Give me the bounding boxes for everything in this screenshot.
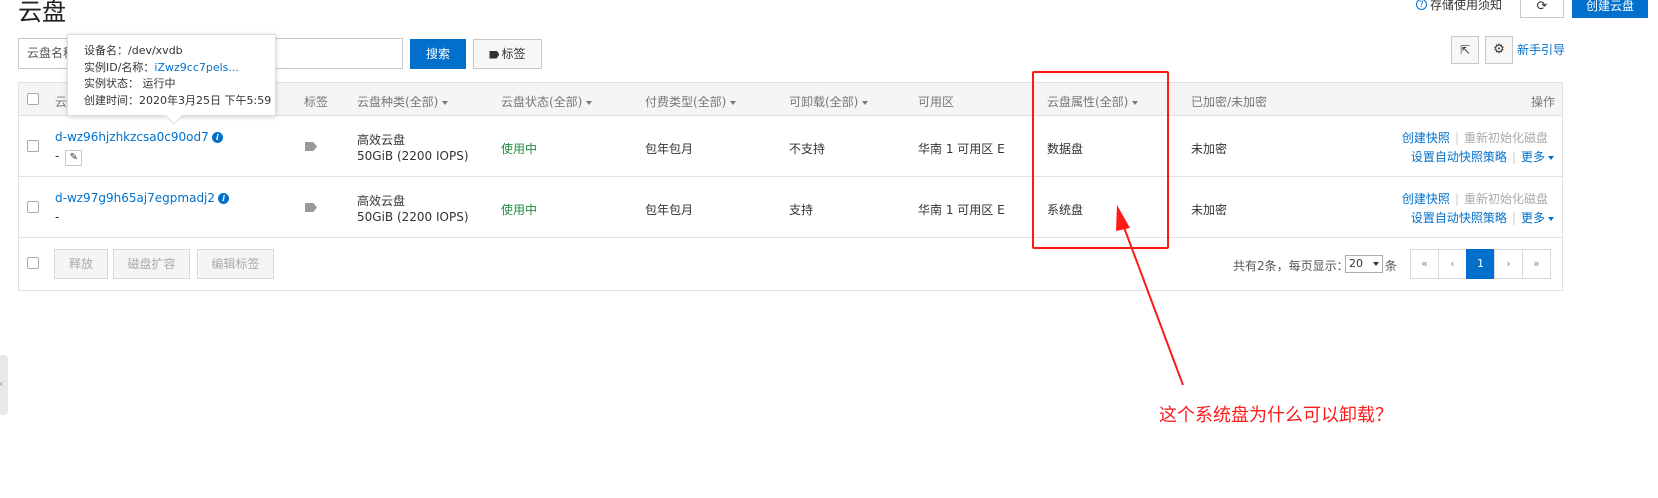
table-row: d-wz97g9h65aj7egpmadj2 i - 高效云盘 50GiB (22… xyxy=(19,177,1562,238)
zone-value: 华南 1 可用区 E xyxy=(918,203,1005,217)
detachable-value: 不支持 xyxy=(789,142,826,156)
header-detachable[interactable]: 可卸载(全部) xyxy=(789,93,869,110)
tag-icon xyxy=(489,50,500,59)
expand-disk-button[interactable]: 磁盘扩容 xyxy=(113,249,190,279)
top-actions: ? 存储使用须知 ⟳ 创建云盘 xyxy=(1415,0,1648,18)
disk-size: 50GiB (2200 IOPS) xyxy=(357,210,469,224)
table-row: d-wz96hjzhkzcsa0c90od7 i - ✎ 高效云盘 50GiB (2… xyxy=(19,116,1562,177)
status-badge: 使用中 xyxy=(501,142,538,156)
chevron-down-icon xyxy=(586,100,593,105)
gear-icon: ⚙ xyxy=(1493,42,1505,57)
chevron-down-icon xyxy=(862,100,869,105)
auto-snapshot-policy-link[interactable]: 设置自动快照策略 xyxy=(1411,150,1507,164)
info-icon[interactable]: i xyxy=(211,132,223,143)
disk-category: 高效云盘 xyxy=(357,194,406,208)
side-collapse-tab[interactable]: ‹ xyxy=(0,355,8,415)
header-tags: 标签 xyxy=(304,95,329,109)
first-page-button[interactable]: « xyxy=(1410,249,1439,279)
edit-pencil-icon[interactable]: ✎ xyxy=(65,150,83,166)
encrypted-value: 未加密 xyxy=(1191,203,1228,217)
instance-link[interactable]: iZwz9cc7pels... xyxy=(154,61,238,74)
page-1-button[interactable]: 1 xyxy=(1466,249,1495,279)
tooltip-created: 创建时间：2020年3月25日 下午5:59 xyxy=(84,93,272,107)
info-icon[interactable]: i xyxy=(218,193,230,204)
last-page-button[interactable]: » xyxy=(1522,249,1551,279)
reinit-disk-link: 重新初始化磁盘 xyxy=(1463,192,1548,206)
storage-notice-label: 存储使用须知 xyxy=(1429,0,1502,12)
row-checkbox[interactable] xyxy=(27,140,39,152)
header-operations: 操作 xyxy=(1531,95,1556,109)
chevron-down-icon xyxy=(1548,155,1554,160)
release-button[interactable]: 释放 xyxy=(54,249,108,279)
instance-tooltip: 设备名：/dev/xvdb 实例ID/名称：iZwz9cc7pels... 实例… xyxy=(67,34,276,125)
tooltip-instance: 实例ID/名称：iZwz9cc7pels... xyxy=(84,60,239,74)
tag-icon[interactable] xyxy=(305,203,317,212)
billing-type: 包年包月 xyxy=(645,203,694,217)
disk-size: 50GiB (2200 IOPS) xyxy=(357,149,469,163)
chevron-down-icon xyxy=(442,100,449,105)
chevron-down-icon xyxy=(1373,262,1379,266)
status-badge: 使用中 xyxy=(501,203,538,217)
help-icon: ? xyxy=(1415,0,1427,10)
next-page-button[interactable]: › xyxy=(1494,249,1523,279)
chevron-down-icon xyxy=(730,100,737,105)
create-snapshot-link[interactable]: 创建快照 xyxy=(1402,131,1450,145)
tag-icon[interactable] xyxy=(305,142,317,151)
annotation-highlight-box xyxy=(1032,71,1169,249)
header-encrypted: 已加密/未加密 xyxy=(1191,95,1268,109)
search-button[interactable]: 搜索 xyxy=(410,39,466,69)
prev-page-button[interactable]: ‹ xyxy=(1438,249,1467,279)
header-billing[interactable]: 付费类型(全部) xyxy=(645,93,737,110)
create-snapshot-link[interactable]: 创建快照 xyxy=(1402,192,1450,206)
row-checkbox[interactable] xyxy=(27,201,39,213)
billing-type: 包年包月 xyxy=(645,142,694,156)
guide-link[interactable]: 新手引导 xyxy=(1517,41,1565,58)
more-menu[interactable]: 更多 xyxy=(1521,150,1554,164)
refresh-button[interactable]: ⟳ xyxy=(1520,0,1564,18)
page-size-unit: 条 xyxy=(1385,259,1398,273)
select-all-checkbox[interactable] xyxy=(27,93,39,105)
tooltip-state: 实例状态： 运行中 xyxy=(84,77,176,90)
export-button[interactable]: ⇱ xyxy=(1451,36,1479,64)
refresh-icon: ⟳ xyxy=(1536,0,1548,14)
tag-filter-label: 标签 xyxy=(501,47,526,61)
chevron-left-icon: ‹ xyxy=(0,377,3,390)
disk-id-link[interactable]: d-wz96hjzhkzcsa0c90od7 xyxy=(55,130,209,144)
create-disk-button[interactable]: 创建云盘 xyxy=(1572,0,1648,18)
disk-category: 高效云盘 xyxy=(357,133,406,147)
edit-tags-button[interactable]: 编辑标签 xyxy=(197,249,274,279)
settings-button[interactable]: ⚙ xyxy=(1485,36,1513,64)
header-name: 云 xyxy=(55,95,68,109)
footer-select-all-checkbox[interactable] xyxy=(27,257,39,269)
export-icon: ⇱ xyxy=(1459,43,1471,57)
table-footer: 释放 磁盘扩容 编辑标签 共有2条，每页显示： 20 条 « ‹ 1 › » xyxy=(19,238,1562,290)
storage-notice-link[interactable]: ? 存储使用须知 xyxy=(1415,0,1502,13)
tooltip-device: 设备名：/dev/xvdb xyxy=(84,44,183,57)
header-category[interactable]: 云盘种类(全部) xyxy=(357,93,449,110)
zone-value: 华南 1 可用区 E xyxy=(918,142,1005,156)
disk-id-link[interactable]: d-wz97g9h65aj7egpmadj2 xyxy=(55,191,215,205)
disk-name: - xyxy=(55,210,60,224)
more-menu[interactable]: 更多 xyxy=(1521,211,1554,225)
encrypted-value: 未加密 xyxy=(1191,142,1228,156)
header-status[interactable]: 云盘状态(全部) xyxy=(501,93,593,110)
disk-name: - xyxy=(55,149,60,163)
page-size-select[interactable]: 20 xyxy=(1345,255,1383,273)
page-title: 云盘 xyxy=(18,0,66,26)
tag-filter-button[interactable]: 标签 xyxy=(473,39,542,69)
chevron-down-icon xyxy=(1548,216,1554,221)
pagination: « ‹ 1 › » xyxy=(1410,249,1551,279)
reinit-disk-link: 重新初始化磁盘 xyxy=(1463,131,1548,145)
auto-snapshot-policy-link[interactable]: 设置自动快照策略 xyxy=(1411,211,1507,225)
header-zone: 可用区 xyxy=(918,95,955,109)
annotation-text: 这个系统盘为什么可以卸载？ xyxy=(1159,405,1393,426)
detachable-value: 支持 xyxy=(789,203,814,217)
total-count: 共有2条，每页显示： xyxy=(1233,259,1349,273)
